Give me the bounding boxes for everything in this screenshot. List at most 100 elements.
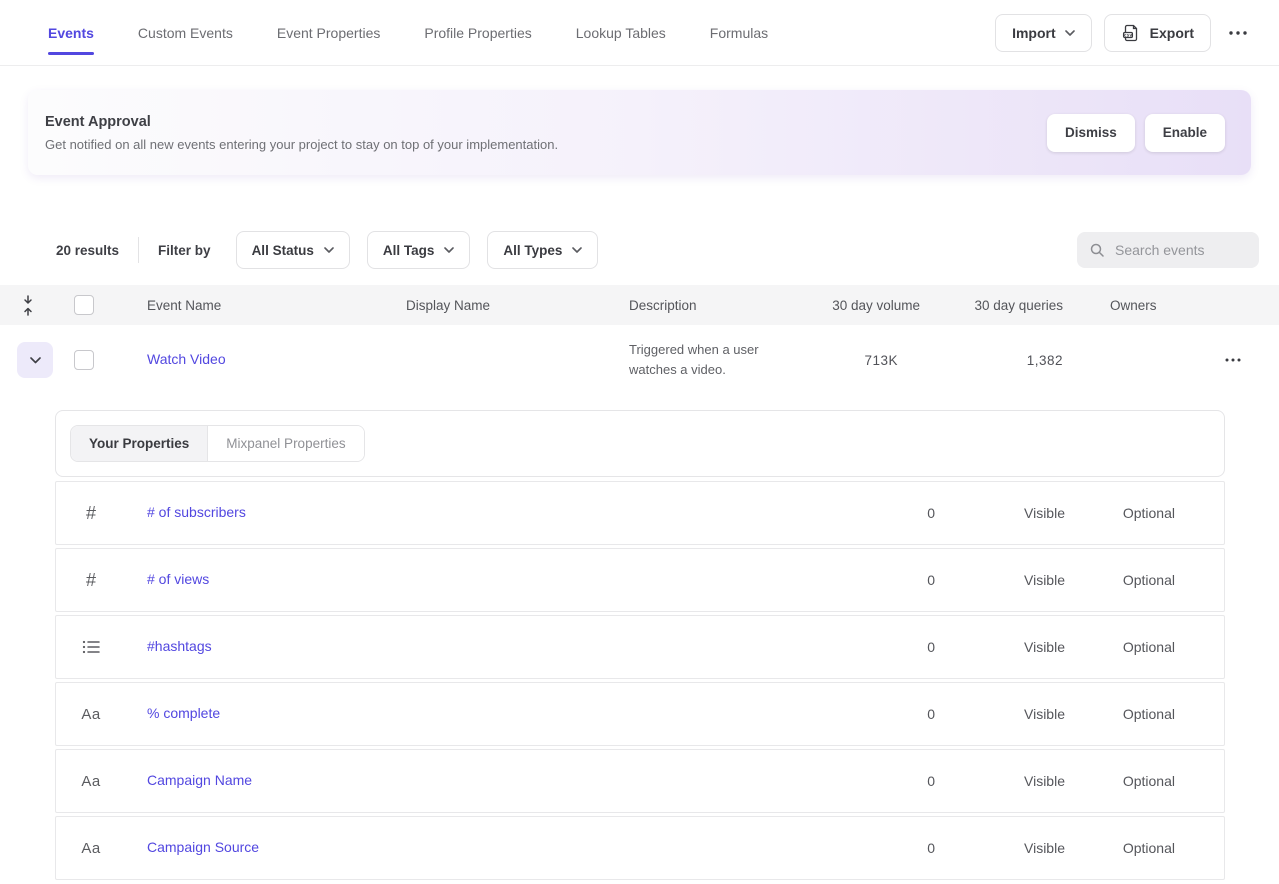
tags-filter-value: All Tags (383, 243, 435, 258)
export-button[interactable]: csv Export (1104, 14, 1211, 52)
event-name-link[interactable]: Watch Video (147, 351, 226, 367)
tab-profile-properties[interactable]: Profile Properties (424, 25, 531, 41)
svg-text:csv: csv (1124, 33, 1132, 38)
tab-events[interactable]: Events (48, 25, 94, 41)
tab-mixpanel-properties[interactable]: Mixpanel Properties (208, 426, 363, 461)
dismiss-button[interactable]: Dismiss (1047, 114, 1135, 152)
property-name-link[interactable]: % complete (147, 705, 220, 721)
banner-title: Event Approval (45, 114, 558, 130)
tab-formulas[interactable]: Formulas (710, 25, 768, 41)
property-visibility: Visible (935, 773, 1065, 789)
banner-description: Get notified on all new events entering … (45, 137, 558, 152)
text-type-icon: Aa (81, 706, 100, 723)
chevron-down-icon (1065, 30, 1075, 36)
header-event-name: Event Name (112, 298, 406, 313)
filter-by-label: Filter by (158, 243, 211, 258)
property-count: 0 (815, 505, 935, 521)
property-visibility: Visible (935, 840, 1065, 856)
property-row: # # of subscribers 0 Visible Optional (55, 481, 1225, 545)
event-row-watch-video: Watch Video Triggered when a user watche… (0, 325, 1279, 395)
property-count: 0 (815, 840, 935, 856)
property-row: Aa Campaign Name 0 Visible Optional (55, 749, 1225, 813)
property-row: Aa % complete 0 Visible Optional (55, 682, 1225, 746)
property-row: # # of views 0 Visible Optional (55, 548, 1225, 612)
types-filter-dropdown[interactable]: All Types (487, 231, 598, 269)
property-visibility: Visible (935, 505, 1065, 521)
lexicon-events-page: Events Custom Events Event Properties Pr… (0, 0, 1279, 884)
status-filter-dropdown[interactable]: All Status (236, 231, 350, 269)
header-queries: 30 day queries (920, 298, 1063, 313)
header-volume: 30 day volume (820, 298, 920, 313)
text-type-icon: Aa (81, 840, 100, 857)
top-nav: Events Custom Events Event Properties Pr… (0, 0, 1279, 66)
select-all-checkbox[interactable] (74, 295, 94, 315)
number-type-icon: # (86, 503, 96, 524)
csv-file-icon: csv (1121, 23, 1141, 43)
property-requirement: Optional (1065, 773, 1175, 789)
chevron-down-icon (444, 247, 454, 253)
property-name-link[interactable]: #hashtags (147, 638, 212, 654)
property-requirement: Optional (1065, 505, 1175, 521)
divider (138, 237, 139, 263)
property-requirement: Optional (1065, 639, 1175, 655)
property-visibility: Visible (935, 572, 1065, 588)
nav-tabs: Events Custom Events Event Properties Pr… (48, 25, 995, 41)
tab-event-properties[interactable]: Event Properties (277, 25, 381, 41)
property-count: 0 (815, 706, 935, 722)
property-row: Aa Campaign Source 0 Visible Optional (55, 816, 1225, 880)
properties-tab-card: Your Properties Mixpanel Properties (55, 410, 1225, 477)
tags-filter-dropdown[interactable]: All Tags (367, 231, 471, 269)
topnav-actions: Import csv Export (995, 14, 1253, 52)
banner-actions: Dismiss Enable (1047, 114, 1225, 152)
property-visibility: Visible (935, 639, 1065, 655)
property-requirement: Optional (1065, 572, 1175, 588)
event-description: Triggered when a user watches a video. (629, 340, 820, 380)
row-checkbox[interactable] (74, 350, 94, 370)
text-type-icon: Aa (81, 773, 100, 790)
tab-lookup-tables[interactable]: Lookup Tables (576, 25, 666, 41)
property-row: #hashtags 0 Visible Optional (55, 615, 1225, 679)
property-name-link[interactable]: # of subscribers (147, 504, 246, 520)
property-name-link[interactable]: Campaign Name (147, 772, 252, 788)
search-box (1077, 232, 1259, 268)
event-approval-banner: Event Approval Get notified on all new e… (28, 90, 1251, 175)
import-button-label: Import (1012, 25, 1056, 41)
types-filter-value: All Types (503, 243, 562, 258)
search-input[interactable] (1115, 242, 1247, 258)
collapse-all-button[interactable] (20, 293, 36, 318)
import-button[interactable]: Import (995, 14, 1092, 52)
event-volume: 713K (820, 353, 920, 368)
banner-text: Event Approval Get notified on all new e… (45, 114, 558, 152)
ellipsis-icon (1229, 31, 1247, 35)
row-actions-button[interactable] (1219, 354, 1247, 366)
chevron-down-icon (572, 247, 582, 253)
property-visibility: Visible (935, 706, 1065, 722)
property-count: 0 (815, 773, 935, 789)
overflow-menu-button[interactable] (1223, 27, 1253, 39)
properties-tabs: Your Properties Mixpanel Properties (70, 425, 365, 462)
header-display-name: Display Name (406, 298, 629, 313)
tab-your-properties[interactable]: Your Properties (71, 426, 208, 461)
collapse-vertical-icon (22, 295, 34, 316)
ellipsis-icon (1225, 358, 1241, 362)
property-requirement: Optional (1065, 840, 1175, 856)
property-name-link[interactable]: Campaign Source (147, 839, 259, 855)
search-icon (1089, 242, 1105, 258)
row-expander-button[interactable] (17, 342, 53, 378)
property-count: 0 (815, 572, 935, 588)
properties-panel: Your Properties Mixpanel Properties # # … (55, 410, 1225, 880)
header-description: Description (629, 298, 820, 313)
chevron-down-icon (30, 357, 41, 364)
status-filter-value: All Status (252, 243, 314, 258)
property-name-link[interactable]: # of views (147, 571, 209, 587)
header-owners: Owners (1063, 298, 1187, 313)
enable-button[interactable]: Enable (1145, 114, 1225, 152)
event-queries: 1,382 (920, 353, 1063, 368)
tab-custom-events[interactable]: Custom Events (138, 25, 233, 41)
events-table-header: Event Name Display Name Description 30 d… (0, 285, 1279, 325)
list-type-icon (82, 639, 100, 655)
number-type-icon: # (86, 570, 96, 591)
filters-toolbar: 20 results Filter by All Status All Tags… (0, 231, 1279, 269)
property-requirement: Optional (1065, 706, 1175, 722)
export-button-label: Export (1150, 25, 1194, 41)
